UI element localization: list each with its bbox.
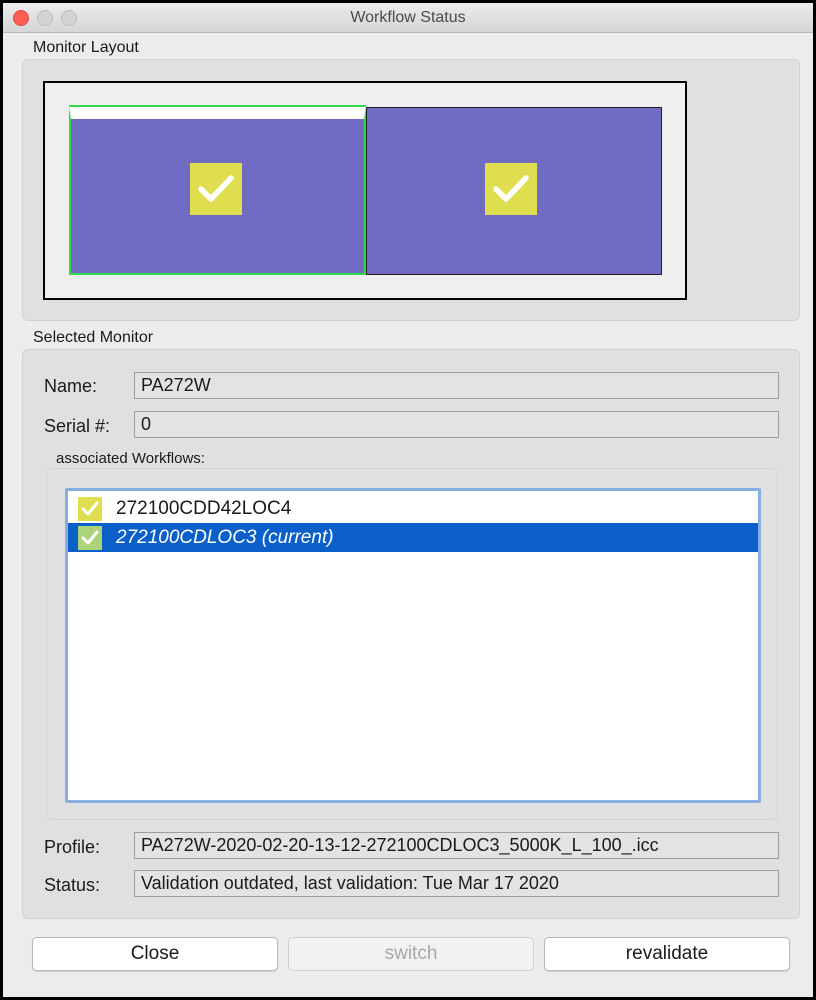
serial-field: 0 [134, 411, 779, 438]
workflow-label: 272100CDD42LOC4 [116, 498, 292, 519]
validated-check-icon [485, 163, 537, 215]
workflow-status-window: Workflow Status Monitor Layout Selected … [0, 0, 816, 1000]
checkbox-checked-icon[interactable] [78, 526, 102, 550]
revalidate-button[interactable]: revalidate [544, 937, 790, 971]
monitor-2[interactable] [366, 107, 662, 275]
selected-monitor-label: Selected Monitor [33, 329, 154, 346]
switch-button[interactable]: switch [288, 937, 534, 971]
status-field: Validation outdated, last validation: Tu… [134, 870, 779, 897]
name-label: Name: [44, 376, 98, 396]
title-bar[interactable]: Workflow Status [3, 3, 813, 33]
workflows-list[interactable]: 272100CDD42LOC4 272100CDLOC3 (current) [65, 488, 761, 803]
checkbox-checked-icon[interactable] [78, 497, 102, 521]
status-label: Status: [44, 875, 101, 895]
workflow-item[interactable]: 272100CDD42LOC4 [68, 494, 758, 523]
window-title: Workflow Status [350, 9, 466, 26]
name-field: PA272W [134, 372, 779, 399]
serial-label: Serial #: [44, 416, 111, 436]
monitor-1[interactable] [69, 107, 366, 275]
monitor-layout-label: Monitor Layout [33, 39, 139, 56]
workflow-item-selected[interactable]: 272100CDLOC3 (current) [68, 523, 758, 552]
monitor-layout-canvas [43, 81, 687, 300]
validated-check-icon [190, 163, 242, 215]
profile-field: PA272W-2020-02-20-13-12-272100CDLOC3_500… [134, 832, 779, 859]
workflow-label: 272100CDLOC3 (current) [116, 527, 334, 548]
associated-workflows-label: associated Workflows: [56, 450, 205, 467]
profile-label: Profile: [44, 837, 101, 857]
close-button[interactable]: Close [32, 937, 278, 971]
